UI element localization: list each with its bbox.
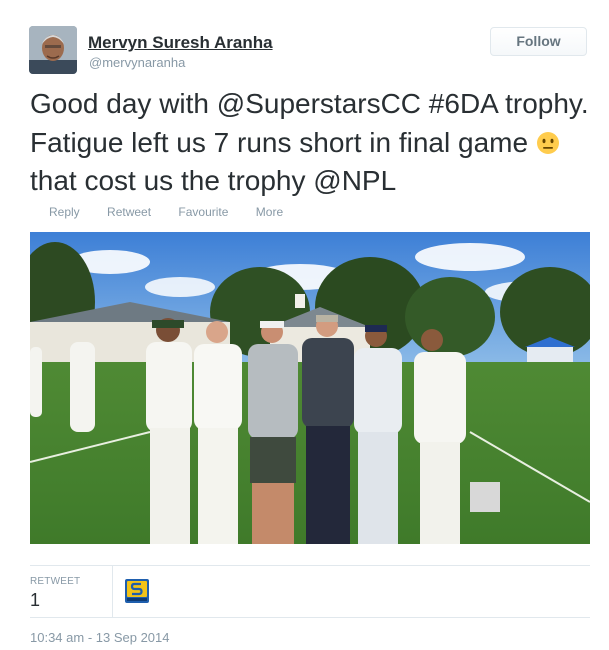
follow-button[interactable]: Follow [490,27,587,56]
retweet-stat-label: RETWEET [30,576,81,587]
cricket-team-photo-icon [30,232,590,544]
reply-action[interactable]: Reply [49,205,80,219]
tweet-timestamp[interactable]: 10:34 am - 13 Sep 2014 [30,630,170,645]
retweet-stat[interactable]: RETWEET 1 [30,576,80,611]
retweeter-avatar[interactable] [125,579,149,603]
profile-photo-icon [29,26,77,74]
tweet-stats: RETWEET 1 [30,565,590,618]
more-action[interactable]: More [256,205,283,219]
tweet-text-part-1: Good day with @SuperstarsCC #6DA trophy.… [30,88,589,158]
tweet-text: Good day with @SuperstarsCC #6DA trophy.… [30,85,590,201]
author-display-name[interactable]: Mervyn Suresh Aranha [88,33,273,53]
author-avatar[interactable] [29,26,77,74]
favourite-action[interactable]: Favourite [178,205,228,219]
author-handle[interactable]: @mervynaranha [89,55,185,70]
superstars-logo-icon [125,579,149,603]
neutral-face-icon [536,127,560,154]
tweet-photo[interactable] [30,232,590,544]
retweet-action[interactable]: Retweet [107,205,151,219]
retweet-count: 1 [30,590,41,610]
tweet-actions: Reply Retweet Favourite More [49,205,307,219]
stats-divider [112,566,113,617]
tweet-text-part-2: that cost us the trophy @NPL [30,165,397,196]
